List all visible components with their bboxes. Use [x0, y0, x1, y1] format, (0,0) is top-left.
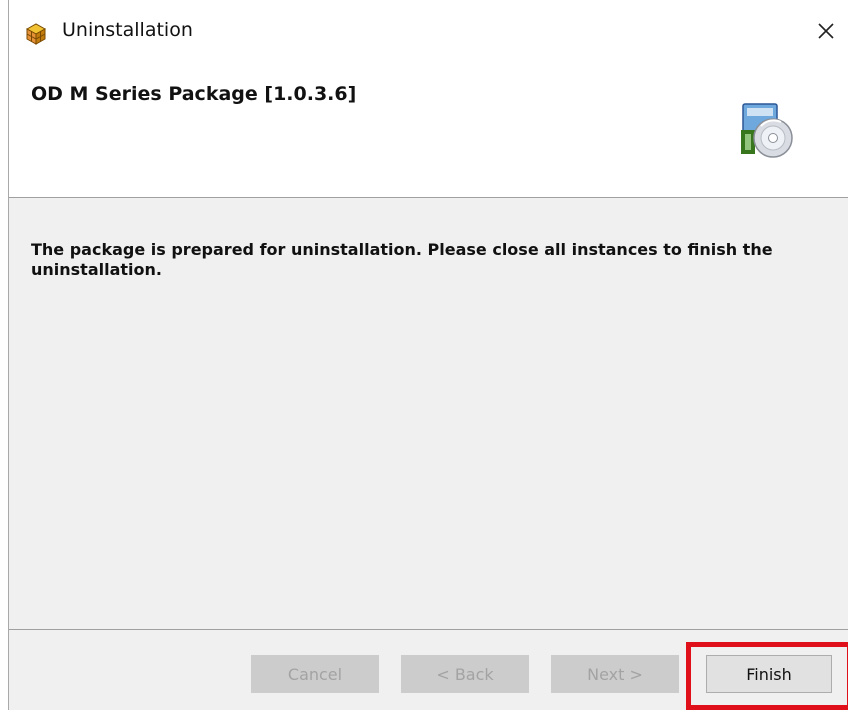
cancel-button[interactable]: Cancel: [251, 655, 379, 693]
close-button[interactable]: [803, 8, 848, 54]
button-bar: Cancel < Back Next > Finish: [9, 630, 848, 710]
title-bar: Uninstallation: [9, 0, 848, 66]
next-button[interactable]: Next >: [551, 655, 679, 693]
uninstall-window: Uninstallation OD M Series Package [1.0.…: [8, 0, 848, 710]
installer-box-icon: [25, 23, 47, 45]
back-button[interactable]: < Back: [401, 655, 529, 693]
wizard-header: OD M Series Package [1.0.3.6]: [9, 66, 848, 198]
status-message: The package is prepared for uninstallati…: [31, 240, 773, 279]
package-disc-icon: [741, 103, 793, 158]
close-icon: [818, 23, 834, 39]
wizard-content: The package is prepared for uninstallati…: [9, 198, 848, 630]
finish-highlight-box: [686, 642, 848, 710]
package-title: OD M Series Package [1.0.3.6]: [31, 83, 357, 105]
window-title: Uninstallation: [62, 19, 193, 41]
